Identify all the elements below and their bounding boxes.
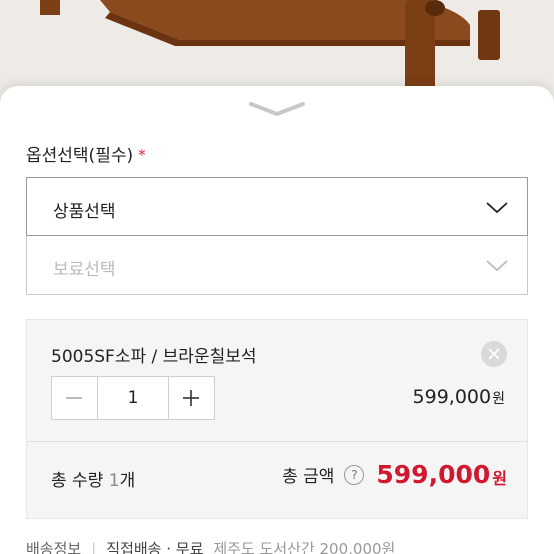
option-price-value: 599,000 <box>412 386 492 408</box>
reserve-select[interactable]: 보료선택 <box>26 236 528 295</box>
delivery-info: 배송정보 | 직접배송 · 무료 제주도 도서산간 200,000원 <box>26 538 395 554</box>
total-amount-value: 599,000 <box>376 460 491 489</box>
card-divider <box>27 441 527 442</box>
option-section-title: 옵션선택(필수) * <box>26 141 146 166</box>
quantity-stepper: 1 <box>51 376 215 420</box>
delivery-note: 제주도 도서산간 200,000원 <box>213 540 396 554</box>
chevron-down-icon <box>486 202 508 214</box>
total-quantity: 총 수량 1개 <box>51 466 135 491</box>
remove-option-button[interactable] <box>481 341 507 367</box>
total-amount-unit: 원 <box>492 468 507 488</box>
option-price: 599,000원 <box>413 386 505 408</box>
total-amount: 총 금액 ? 599,000 원 <box>282 460 507 489</box>
total-quantity-prefix: 총 수량 <box>51 471 109 491</box>
total-quantity-suffix: 개 <box>119 471 136 491</box>
option-bottom-sheet: 옵션선택(필수) * 상품선택 보료선택 5005SF소파 / 브라운칠보석 1… <box>0 86 554 554</box>
option-price-unit: 원 <box>492 391 505 407</box>
delivery-type: 직접배송 · 무료 <box>106 540 204 554</box>
product-select[interactable]: 상품선택 <box>26 177 528 236</box>
reserve-select-label: 보료선택 <box>53 260 116 280</box>
quantity-value[interactable]: 1 <box>97 377 169 419</box>
product-select-label: 상품선택 <box>53 202 116 222</box>
minus-icon <box>66 397 82 399</box>
selected-option-card: 5005SF소파 / 브라운칠보석 1 599,000원 총 수량 1개 총 금… <box>26 319 528 519</box>
delivery-separator: | <box>91 540 97 554</box>
question-icon[interactable]: ? <box>344 464 365 485</box>
decrease-quantity-button[interactable] <box>52 377 97 419</box>
option-title-text: 옵션선택(필수) <box>26 146 134 166</box>
chevron-down-icon <box>486 260 508 272</box>
close-icon <box>488 348 500 360</box>
total-quantity-value: 1 <box>108 471 120 491</box>
plus-icon <box>183 390 199 406</box>
total-amount-label: 총 금액 <box>282 467 335 487</box>
increase-quantity-button[interactable] <box>169 377 214 419</box>
selected-option-name: 5005SF소파 / 브라운칠보석 <box>51 347 257 367</box>
chevron-down-icon[interactable] <box>248 100 306 118</box>
delivery-label: 배송정보 <box>26 540 82 554</box>
required-mark: * <box>138 146 146 164</box>
